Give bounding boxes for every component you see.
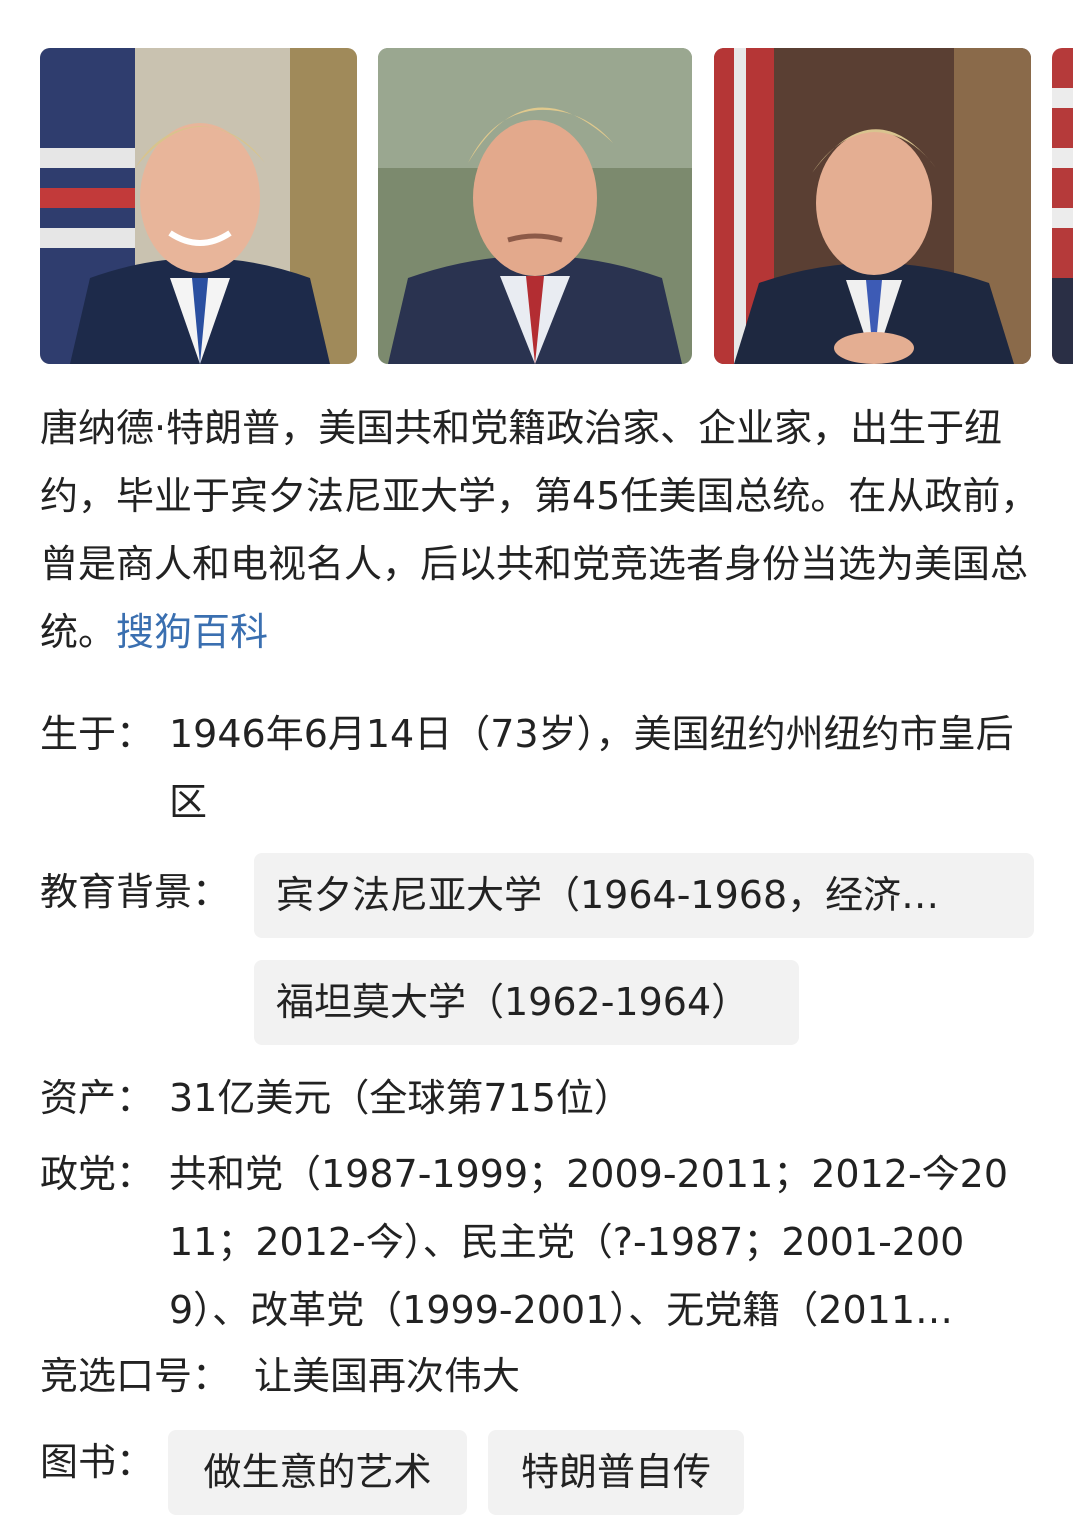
assets-value: 31亿美元（全球第715位） xyxy=(169,1076,632,1120)
portrait-photo-3[interactable] xyxy=(714,48,1031,364)
slogan-value: 让美国再次伟大 xyxy=(254,1354,521,1398)
fact-row-books: 图书： 做生意的艺术 特朗普自传 xyxy=(40,1428,1040,1515)
portrait-photo-2[interactable] xyxy=(378,48,692,364)
source-link-sogou-baike[interactable]: 搜狗百科 xyxy=(116,610,268,654)
book-chip-art-of-the-deal[interactable]: 做生意的艺术 xyxy=(168,1430,467,1515)
fact-row-party: 政党： 共和党（1987-1999；2009-2011；2012-今2011；2… xyxy=(40,1140,1040,1348)
fact-row-assets: 资产： 31亿美元（全球第715位） xyxy=(40,1064,1040,1132)
fact-row-slogan: 竞选口号： 让美国再次伟大 xyxy=(40,1342,1040,1410)
fact-row-education: 教育背景： 宾夕法尼亚大学（1964-1968，经济… 福坦莫大学（1962-1… xyxy=(40,853,1040,1048)
education-label: 教育背景： xyxy=(40,870,231,914)
books-label: 图书： xyxy=(40,1440,155,1484)
portrait-photo-1[interactable] xyxy=(40,48,357,364)
fact-row-birth: 生于： 1946年6月14日（73岁），美国纽约州纽约市皇后区 xyxy=(40,700,1040,840)
birth-label: 生于： xyxy=(40,712,155,756)
birth-value: 1946年6月14日（73岁），美国纽约州纽约市皇后区 xyxy=(169,712,1014,824)
education-chip-upenn[interactable]: 宾夕法尼亚大学（1964-1968，经济… xyxy=(254,853,1034,938)
slogan-label: 竞选口号： xyxy=(40,1354,231,1398)
assets-label: 资产： xyxy=(40,1076,155,1120)
party-value: 共和党（1987-1999；2009-2011；2012-今2011；2012-… xyxy=(169,1152,1009,1332)
party-label: 政党： xyxy=(40,1152,155,1196)
portrait-photo-4[interactable] xyxy=(1052,48,1073,364)
book-chip-trump-autobiography[interactable]: 特朗普自传 xyxy=(488,1430,744,1515)
education-chip-fordham[interactable]: 福坦莫大学（1962-1964） xyxy=(254,960,799,1045)
image-carousel[interactable] xyxy=(40,48,1073,364)
summary-text: 唐纳德·特朗普，美国共和党籍政治家、企业家，出生于纽约，毕业于宾夕法尼亚大学，第… xyxy=(40,394,1040,666)
